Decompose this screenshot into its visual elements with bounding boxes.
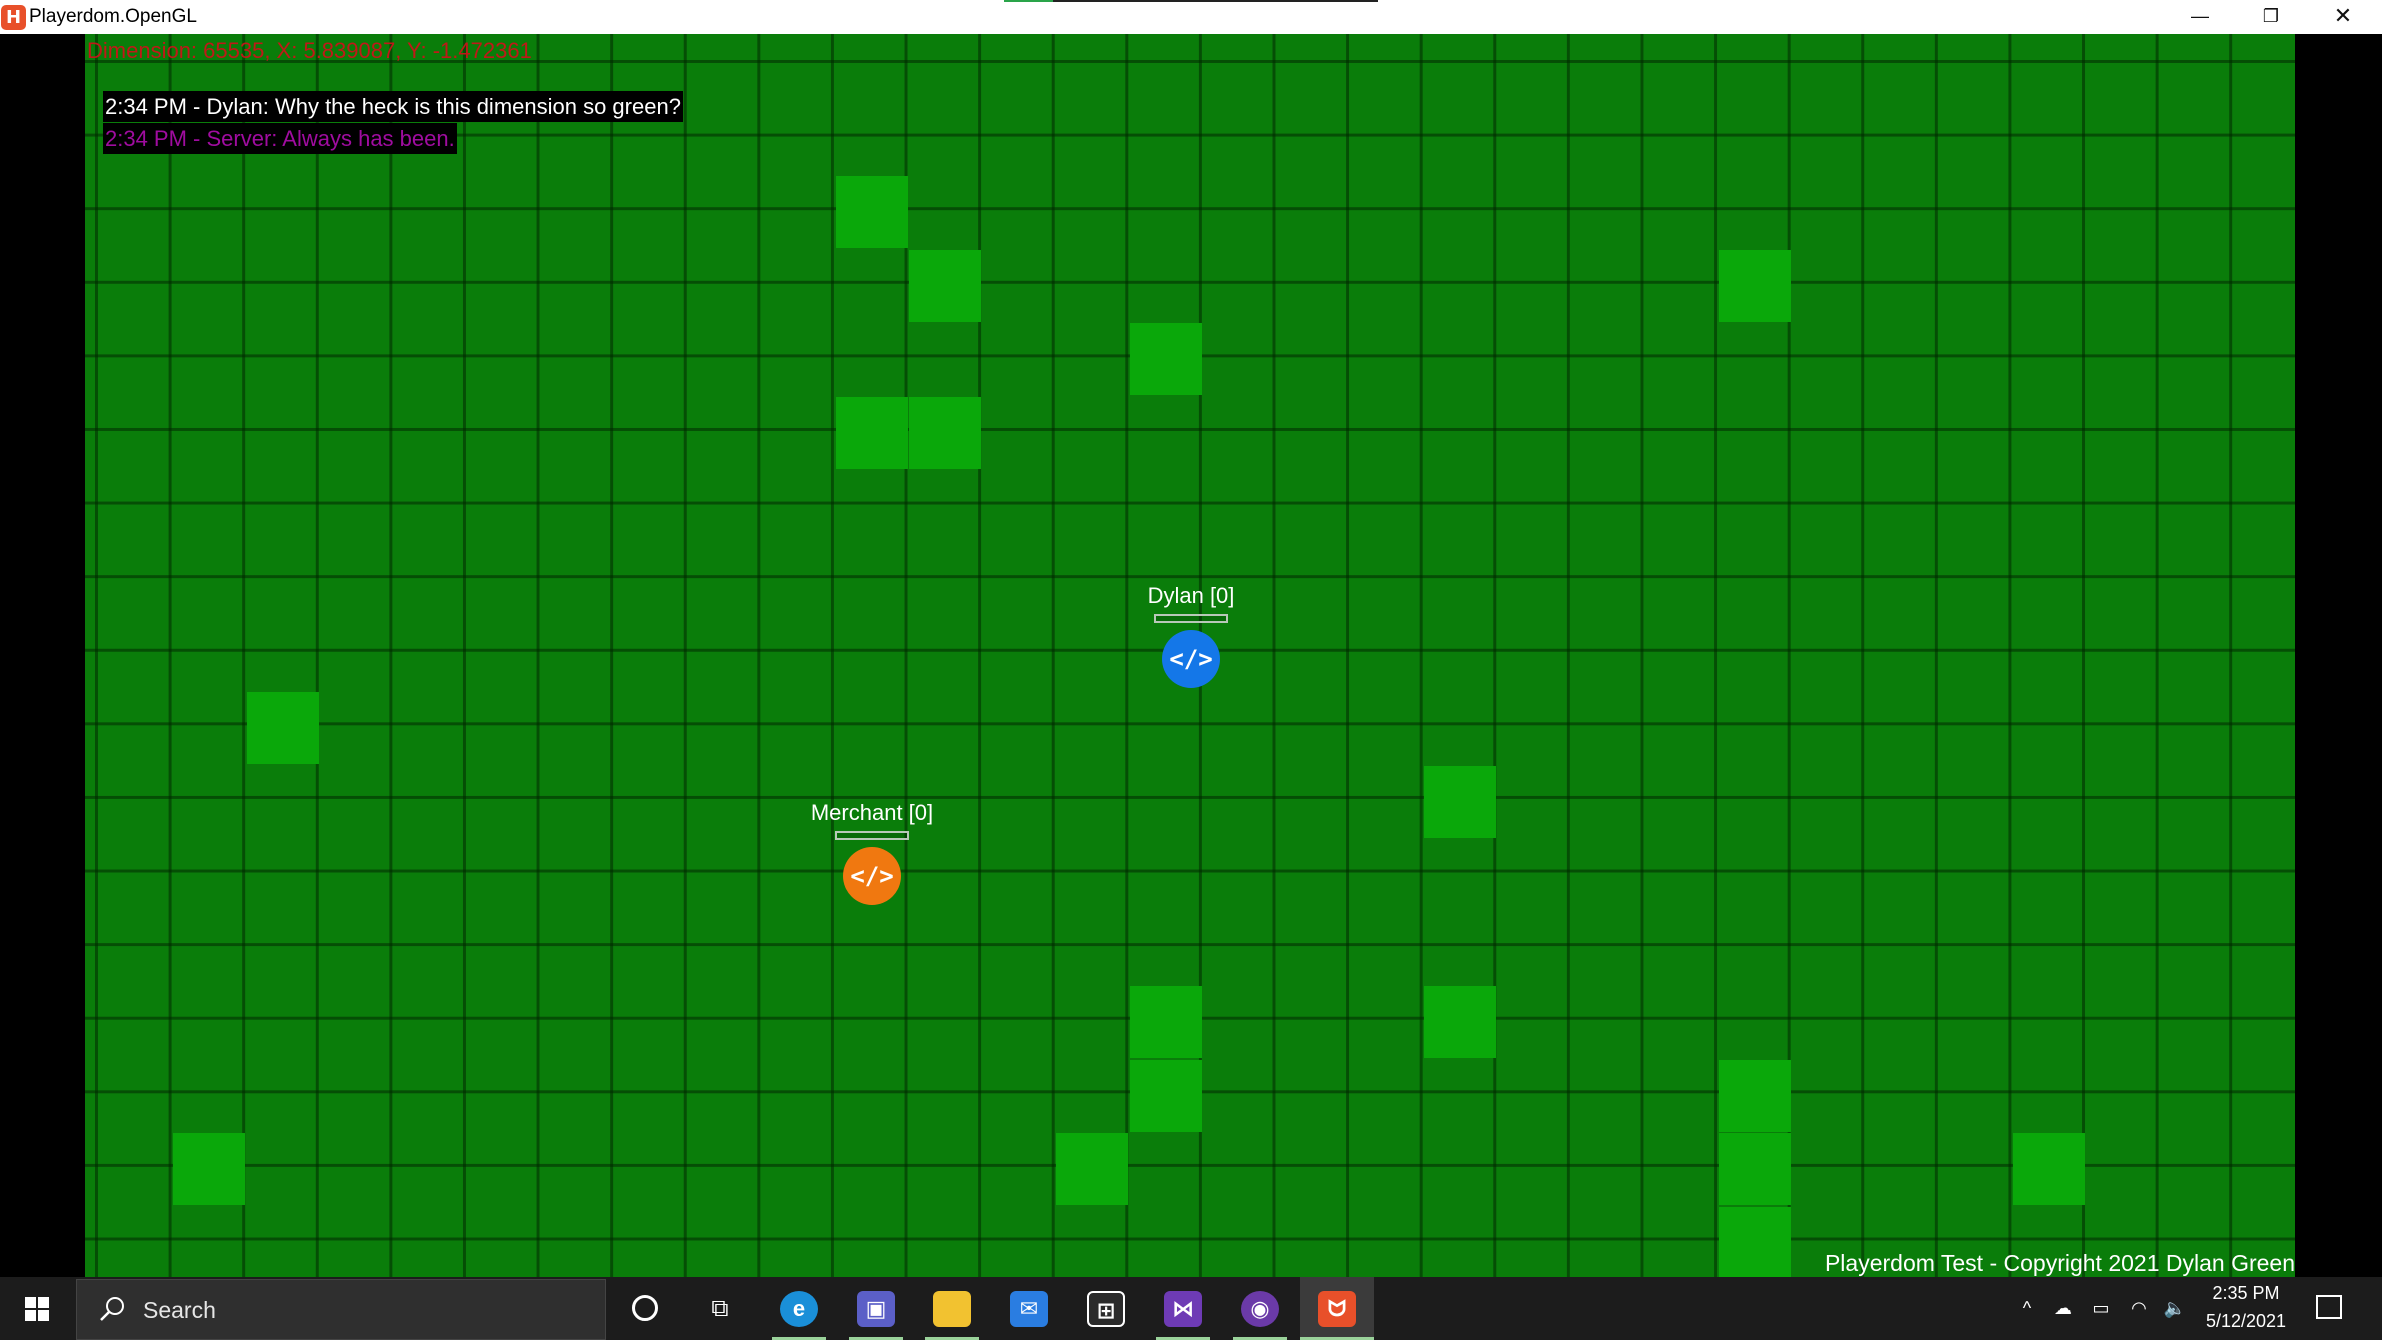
title-progress-bar (1004, 0, 1378, 2)
bright-grass-tile (247, 692, 319, 764)
start-button[interactable] (0, 1277, 74, 1340)
clock-date[interactable]: 5/12/2021 (2196, 1311, 2296, 1332)
copyright-text: Playerdom Test - Copyright 2021 Dylan Gr… (1824, 1250, 2295, 1276)
player-health-bar (1154, 614, 1228, 623)
notifications-icon[interactable] (2316, 1295, 2342, 1319)
volume-icon[interactable]: 🔈 (2160, 1277, 2190, 1340)
bright-grass-tile (1130, 1060, 1202, 1132)
taskbar: Search ⧉ e ▣ ✉ ⊞ ⋈ ◉ ᗢ ^ ☁ ▭ ◠ 🔈 2:35 PM… (0, 1277, 2382, 1340)
chat-message: 2:34 PM - Server: Always has been. (103, 123, 457, 154)
merchant-health-bar (835, 831, 909, 840)
cortana-icon[interactable] (608, 1277, 682, 1340)
teams-icon[interactable]: ▣ (839, 1277, 913, 1340)
bright-grass-tile (1719, 1133, 1791, 1205)
bright-grass-tile (1719, 1207, 1791, 1277)
visual-studio-icon[interactable]: ⋈ (1146, 1277, 1220, 1340)
title-bar: 𝗛 Playerdom.OpenGL — ❐ ✕ (0, 0, 2382, 34)
edge-icon[interactable]: e (762, 1277, 836, 1340)
chat-message: 2:34 PM - Dylan: Why the heck is this di… (103, 91, 683, 122)
bright-grass-tile (909, 250, 981, 322)
game-canvas[interactable]: Dimension: 65535, X: 5.839087, Y: -1.472… (0, 34, 2382, 1277)
bright-grass-tile (1719, 1060, 1791, 1132)
player-avatar-icon[interactable]: </> (1162, 630, 1220, 688)
clock-time[interactable]: 2:35 PM (2196, 1283, 2296, 1304)
coordinates-readout: Dimension: 65535, X: 5.839087, Y: -1.472… (87, 38, 532, 63)
store-icon[interactable]: ⊞ (1069, 1277, 1143, 1340)
file-explorer-icon[interactable] (915, 1277, 989, 1340)
bright-grass-tile (173, 1133, 245, 1205)
bright-grass-tile (1424, 766, 1496, 838)
windows-logo-icon (25, 1297, 49, 1321)
minimize-button[interactable]: — (2165, 0, 2235, 34)
wifi-icon[interactable]: ◠ (2124, 1277, 2154, 1340)
title-progress-fill (1004, 0, 1053, 2)
search-placeholder: Search (143, 1297, 216, 1323)
bright-grass-tile (909, 397, 981, 469)
bright-grass-tile (1719, 250, 1791, 322)
bright-grass-tile (2013, 1133, 2085, 1205)
task-view-icon[interactable]: ⧉ (683, 1277, 757, 1340)
taskbar-search-box[interactable]: Search (76, 1279, 606, 1340)
restore-button[interactable]: ❐ (2236, 0, 2306, 34)
merchant-name-label: Merchant [0] (810, 800, 934, 825)
battery-icon[interactable]: ▭ (2086, 1277, 2116, 1340)
window-title: Playerdom.OpenGL (29, 6, 197, 27)
playerdom-taskbar-icon[interactable]: ᗢ (1300, 1277, 1374, 1340)
bright-grass-tile (836, 176, 908, 248)
close-button[interactable]: ✕ (2308, 0, 2378, 34)
bright-grass-tile (836, 397, 908, 469)
bright-grass-tile (1424, 986, 1496, 1058)
merchant-avatar-icon[interactable]: </> (843, 847, 901, 905)
app-icon[interactable]: ◉ (1223, 1277, 1297, 1340)
player-name-label: Dylan [0] (1147, 583, 1235, 608)
bright-grass-tile (1130, 323, 1202, 395)
bright-grass-tile (1056, 1133, 1128, 1205)
show-hidden-icons-chevron-icon[interactable]: ^ (2012, 1277, 2042, 1340)
search-icon (100, 1297, 124, 1321)
onedrive-cloud-icon[interactable]: ☁ (2048, 1277, 2078, 1340)
playerdom-app-icon: 𝗛 (1, 5, 26, 30)
bright-grass-tile (1130, 986, 1202, 1058)
mail-icon[interactable]: ✉ (992, 1277, 1066, 1340)
